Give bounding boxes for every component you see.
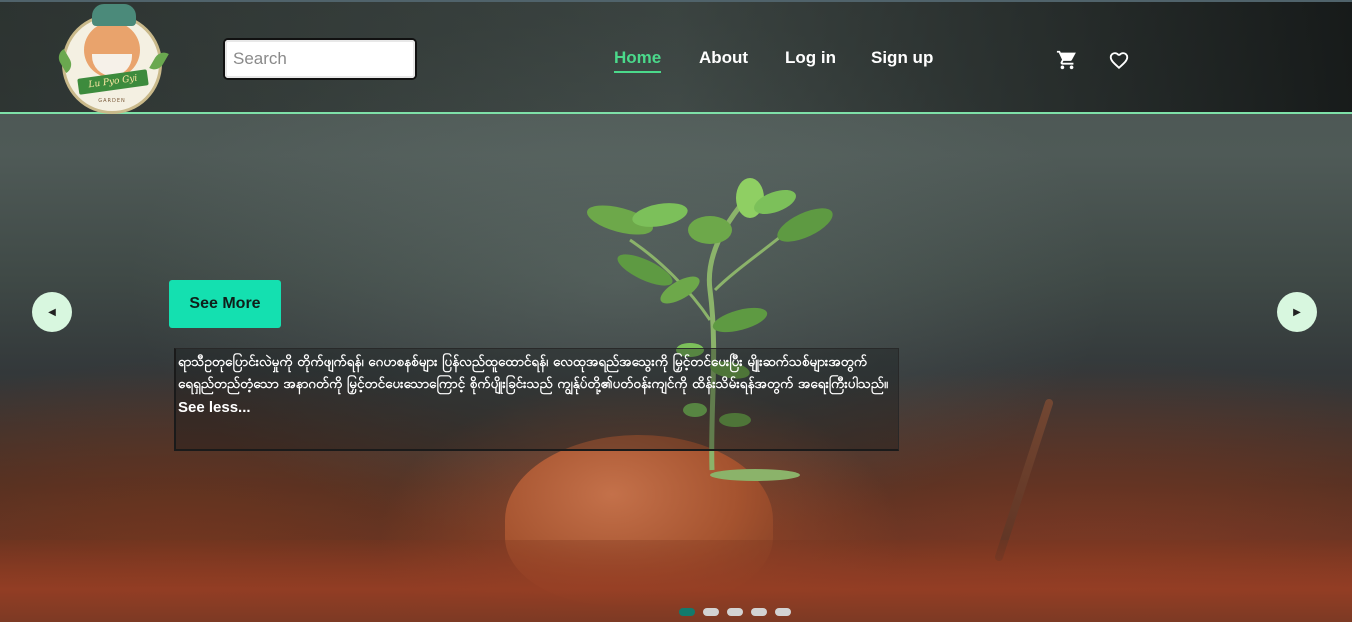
carousel-dot[interactable] <box>751 608 767 616</box>
caret-right-icon: ▶ <box>1293 306 1301 318</box>
nav-about-link[interactable]: About <box>699 48 748 68</box>
search-input[interactable] <box>223 38 417 80</box>
nav-home-link[interactable]: Home <box>614 48 662 73</box>
nav-login-link[interactable]: Log in <box>785 48 836 68</box>
hero-caption-text: ရာသီဥတုပြောင်းလဲမှုကို တိုက်ဖျက်ရန်၊ ဂေဟ… <box>178 354 889 392</box>
heart-icon[interactable] <box>1108 49 1130 71</box>
carousel-dot[interactable] <box>727 608 743 616</box>
carousel-next-button[interactable]: ▶ <box>1277 292 1317 332</box>
carousel-prev-button[interactable]: ◀ <box>32 292 72 332</box>
hero-ground <box>0 540 1352 622</box>
nav-signup-link[interactable]: Sign up <box>871 48 933 68</box>
carousel-dot[interactable] <box>679 608 695 616</box>
cart-icon[interactable] <box>1056 49 1078 71</box>
caret-left-icon: ◀ <box>48 306 56 318</box>
carousel-indicators <box>679 608 791 616</box>
brand-logo[interactable]: Lu Pyo Gyi GARDEN <box>55 4 169 114</box>
see-more-button[interactable]: See More <box>169 280 281 328</box>
site-header: Lu Pyo Gyi GARDEN Home About Log in Sign… <box>0 0 1352 114</box>
see-less-link[interactable]: See less... <box>178 399 251 416</box>
carousel-dot[interactable] <box>703 608 719 616</box>
logo-hat-icon <box>92 4 136 26</box>
hero-caption-box: ရာသီဥတုပြောင်းလဲမှုကို တိုက်ဖျက်ရန်၊ ဂေဟ… <box>174 348 899 451</box>
carousel-dot[interactable] <box>775 608 791 616</box>
logo-subtext: GARDEN <box>98 98 126 104</box>
